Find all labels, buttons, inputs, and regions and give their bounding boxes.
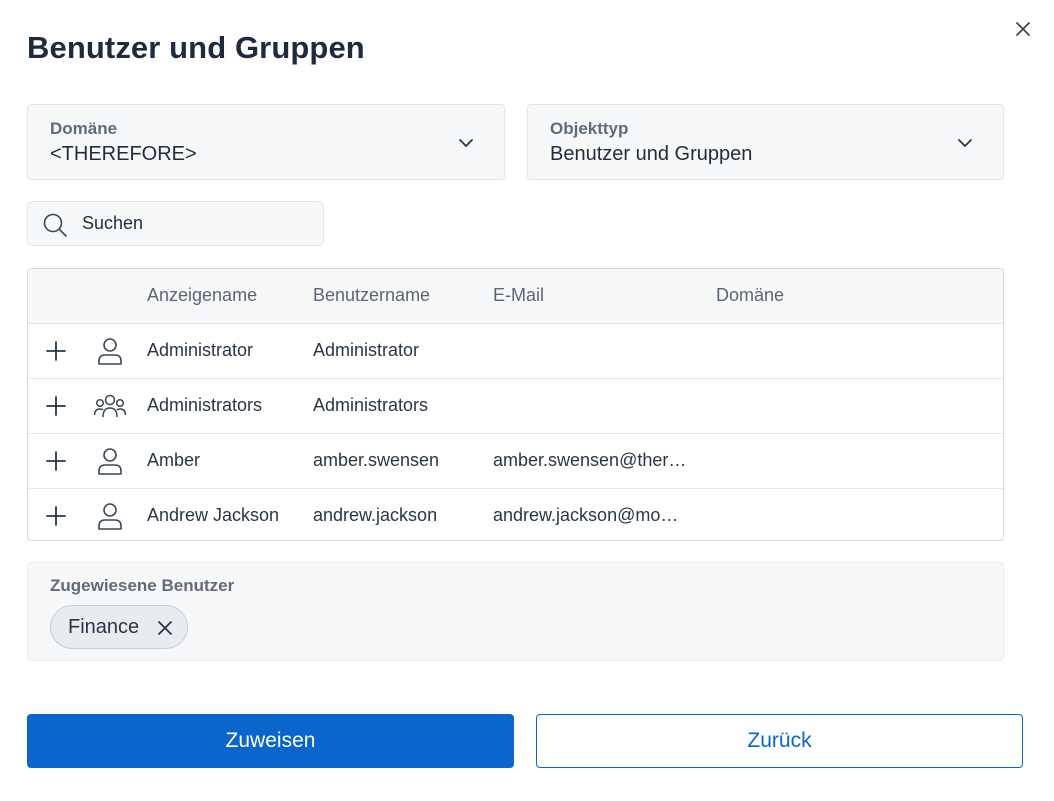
column-header-username[interactable]: Benutzername [313, 285, 478, 306]
table-header: Anzeigename Benutzername E-Mail Domäne [28, 269, 1003, 324]
close-icon [1016, 22, 1030, 36]
add-icon[interactable] [44, 449, 68, 473]
remove-chip-icon[interactable] [156, 619, 174, 637]
user-icon [98, 503, 122, 530]
add-icon[interactable] [44, 504, 68, 528]
users-table: Anzeigename Benutzername E-Mail Domäne A… [27, 268, 1004, 541]
group-icon [93, 394, 127, 418]
cell-email: andrew.jackson@mo… [493, 505, 679, 525]
table-row[interactable]: Administrators Administrators [28, 379, 1003, 434]
dialog-title: Benutzer und Gruppen [27, 30, 365, 65]
cell-username: Administrators [313, 395, 429, 415]
cell-email: amber.swensen@ther… [493, 450, 687, 470]
cell-display-name: Amber [147, 450, 201, 470]
cell-username: Administrator [313, 340, 420, 360]
domain-select-label: Domäne [50, 119, 118, 138]
assigned-users-label: Zugewiesene Benutzer [50, 576, 235, 595]
search-icon [43, 213, 67, 237]
user-icon [98, 338, 122, 365]
domain-select[interactable]: Domäne <THEREFORE> [27, 104, 505, 180]
search-box [27, 201, 324, 246]
assigned-users-panel: Zugewiesene Benutzer Finance [27, 562, 1004, 661]
chevron-down-icon [459, 139, 473, 147]
assigned-chip: Finance [50, 605, 188, 649]
cell-username: amber.swensen [313, 450, 440, 470]
assign-button[interactable]: Zuweisen [27, 714, 514, 768]
cell-display-name: Andrew Jackson [147, 505, 280, 525]
back-button[interactable]: Zurück [536, 714, 1023, 768]
add-icon[interactable] [44, 339, 68, 363]
column-header-domain[interactable]: Domäne [716, 285, 916, 306]
domain-select-value: <THEREFORE> [50, 143, 197, 165]
object-type-select-value: Benutzer und Gruppen [550, 143, 753, 165]
column-header-display-name[interactable]: Anzeigename [147, 285, 297, 306]
cell-display-name: Administrators [147, 395, 263, 415]
table-row[interactable]: Amber amber.swensen amber.swensen@ther… [28, 434, 1003, 489]
table-row[interactable]: Andrew Jackson andrew.jackson andrew.jac… [28, 489, 1003, 540]
cell-username: andrew.jackson [313, 505, 438, 525]
object-type-select[interactable]: Objekttyp Benutzer und Gruppen [527, 104, 1004, 180]
add-icon[interactable] [44, 394, 68, 418]
close-button[interactable] [1011, 17, 1035, 41]
search-input[interactable] [82, 202, 312, 245]
assigned-chip-label: Finance [68, 616, 140, 638]
cell-display-name: Administrator [147, 340, 254, 360]
user-icon [98, 448, 122, 475]
table-row[interactable]: Administrator Administrator [28, 324, 1003, 379]
column-header-email[interactable]: E-Mail [493, 285, 698, 306]
object-type-select-label: Objekttyp [550, 119, 629, 138]
chevron-down-icon [958, 139, 972, 147]
